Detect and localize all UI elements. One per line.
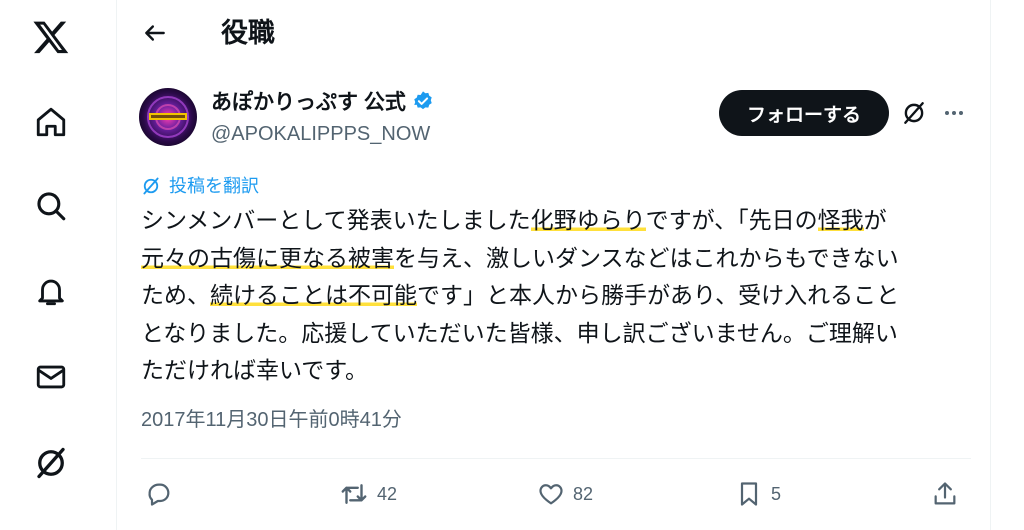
- highlighted-text: 続けることは不可能: [210, 282, 417, 308]
- translate-post-link[interactable]: 投稿を翻訳: [141, 174, 259, 198]
- post-text-line: となりました。応援していただいた皆様、申し訳ございません。ご理解い: [141, 319, 898, 346]
- text-segment: ため、: [141, 282, 210, 308]
- like-button[interactable]: 82: [537, 472, 593, 516]
- repost-button[interactable]: 42: [339, 472, 397, 516]
- action-bar: 42 82 5: [141, 472, 971, 516]
- reply-icon: [148, 483, 170, 506]
- highlighted-text: 化野ゆらり: [530, 207, 646, 233]
- share-button[interactable]: [931, 472, 959, 516]
- home-icon[interactable]: [26, 97, 76, 147]
- sidebar-nav: [0, 0, 100, 530]
- translate-label: 投稿を翻訳: [169, 176, 259, 196]
- grok-icon[interactable]: [897, 96, 931, 130]
- text-segment: ですが、「先日の: [645, 207, 818, 233]
- share-icon: [934, 482, 956, 505]
- mail-icon[interactable]: [26, 352, 76, 402]
- bookmark-count: 5: [771, 483, 782, 504]
- post-text-line: ため、続けることは不可能です」と本人から勝手があり、受け入れること: [141, 277, 971, 315]
- text-segment: シンメンバーとして発表いたしました: [141, 207, 531, 233]
- post-text-line: ただければ幸いです。: [141, 357, 369, 383]
- arrow-left-icon[interactable]: [137, 15, 173, 51]
- text-segment: が: [863, 207, 887, 233]
- translate-icon: [143, 177, 159, 195]
- column-divider-right: [990, 0, 991, 530]
- grok-icon[interactable]: [26, 438, 76, 488]
- more-options-icon[interactable]: [937, 96, 971, 130]
- author-name[interactable]: あぽかりっぷす 公式: [211, 89, 406, 117]
- repost-icon: [341, 484, 367, 504]
- highlighted-text: 怪我: [817, 207, 864, 233]
- reply-button[interactable]: [145, 472, 181, 516]
- follow-button[interactable]: フォローする: [719, 90, 889, 136]
- x-logo-icon[interactable]: [26, 12, 76, 62]
- post-timestamp[interactable]: 2017年11月30日午前0時41分: [141, 406, 402, 434]
- heart-icon: [539, 484, 563, 505]
- repost-count: 42: [377, 483, 398, 504]
- post-text-line: 元々の古傷に更なる被害を与え、激しいダンスなどはこれからもできない: [141, 240, 971, 278]
- search-icon[interactable]: [26, 181, 76, 231]
- author-handle[interactable]: @APOKALIPPPS_NOW: [211, 121, 430, 147]
- text-segment: を与え、激しいダンスなどはこれからもできない: [394, 244, 899, 271]
- divider: [141, 458, 971, 459]
- bookmark-icon: [740, 482, 758, 506]
- text-segment: です」と本人から勝手があり、受け入れること: [417, 282, 900, 308]
- post-text-line: シンメンバーとして発表いたしました化野ゆらりですが、「先日の怪我が: [141, 202, 971, 240]
- page-title: 役職: [221, 18, 275, 48]
- bookmark-button[interactable]: 5: [735, 472, 781, 516]
- post-detail: 役職 あぽかりっぷす 公式 @APOKALIPPPS_NOW フォローする 投稿…: [117, 0, 990, 530]
- bell-icon[interactable]: [26, 266, 76, 316]
- like-count: 82: [573, 483, 594, 504]
- verified-badge-icon: [412, 90, 434, 117]
- avatar[interactable]: [139, 88, 197, 146]
- post-text: シンメンバーとして発表いたしました化野ゆらりですが、「先日の怪我が 元々の古傷に…: [141, 202, 971, 390]
- highlighted-text: 元々の古傷に更なる被害: [141, 244, 394, 271]
